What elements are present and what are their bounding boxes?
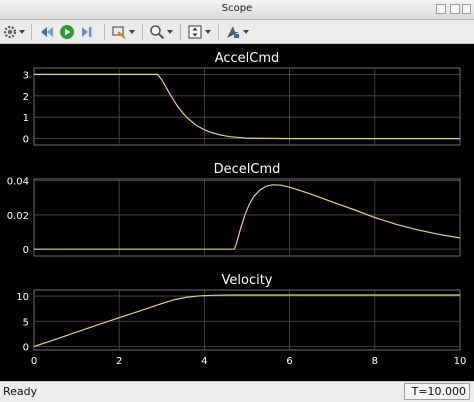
toolbar	[0, 20, 474, 44]
zoom-icon[interactable]	[148, 22, 166, 42]
x-tick-label: 8	[372, 356, 378, 367]
close-button[interactable]	[462, 4, 471, 14]
y-tick-label: 2	[23, 92, 29, 103]
autoscale-icon[interactable]	[186, 22, 204, 42]
scope-plots[interactable]: 0 1 2 3 AccelCmd 0 0.02 0.04 DecelCmd 0 5 10 0 2 4 6 8 10…	[0, 44, 474, 381]
y-tick-label: 0	[23, 342, 29, 353]
axes-frame	[33, 178, 461, 257]
highlight-icon[interactable]	[110, 22, 128, 42]
title-bar[interactable]: Scope	[0, 0, 474, 20]
axes-title: DecelCmd	[214, 162, 281, 177]
scope-window: Scope 0 1 2 3 AccelCmd 0 0.02 0.04 Decel…	[0, 0, 474, 402]
y-tick-label: 0	[23, 135, 29, 146]
minimize-button[interactable]	[436, 4, 446, 14]
step-back-icon[interactable]	[38, 22, 56, 42]
status-bar: Ready T=10.000	[0, 381, 474, 402]
y-tick-label: 3	[23, 70, 29, 81]
dropdown-arrow-icon[interactable]	[128, 22, 136, 42]
gear-icon[interactable]	[2, 22, 18, 42]
simulation-time: T=10.000	[404, 383, 470, 400]
x-tick-label: 2	[116, 356, 122, 367]
y-tick-label: 0.04	[7, 177, 29, 188]
step-forward-icon[interactable]	[78, 22, 96, 42]
x-tick-label: 0	[31, 356, 37, 367]
window-title: Scope	[221, 3, 253, 14]
status-text: Ready	[3, 385, 38, 398]
dropdown-arrow-icon[interactable]	[242, 22, 250, 42]
y-tick-label: 5	[23, 317, 29, 328]
x-tick-label: 4	[201, 356, 207, 367]
y-tick-label: 0	[23, 245, 29, 256]
x-tick-label: 6	[286, 356, 292, 367]
axes-title: AccelCmd	[215, 51, 280, 66]
dropdown-arrow-icon[interactable]	[204, 22, 212, 42]
x-tick-label: 10	[454, 356, 467, 367]
scope-plot-area[interactable]: 0 1 2 3 AccelCmd 0 0.02 0.04 DecelCmd 0 5 10 0 2 4 6 8 10…	[0, 44, 474, 381]
maximize-button[interactable]	[450, 4, 460, 14]
dropdown-arrow-icon[interactable]	[18, 22, 26, 42]
y-tick-label: 1	[23, 113, 29, 124]
y-tick-label: 0.02	[7, 211, 29, 222]
run-icon[interactable]	[58, 22, 76, 42]
axes-frame	[33, 67, 461, 146]
axes-frame	[33, 289, 461, 351]
cursor-measure-icon[interactable]	[224, 22, 242, 42]
axes-title: Velocity	[222, 273, 273, 288]
y-tick-label: 10	[16, 292, 29, 303]
dropdown-arrow-icon[interactable]	[166, 22, 174, 42]
